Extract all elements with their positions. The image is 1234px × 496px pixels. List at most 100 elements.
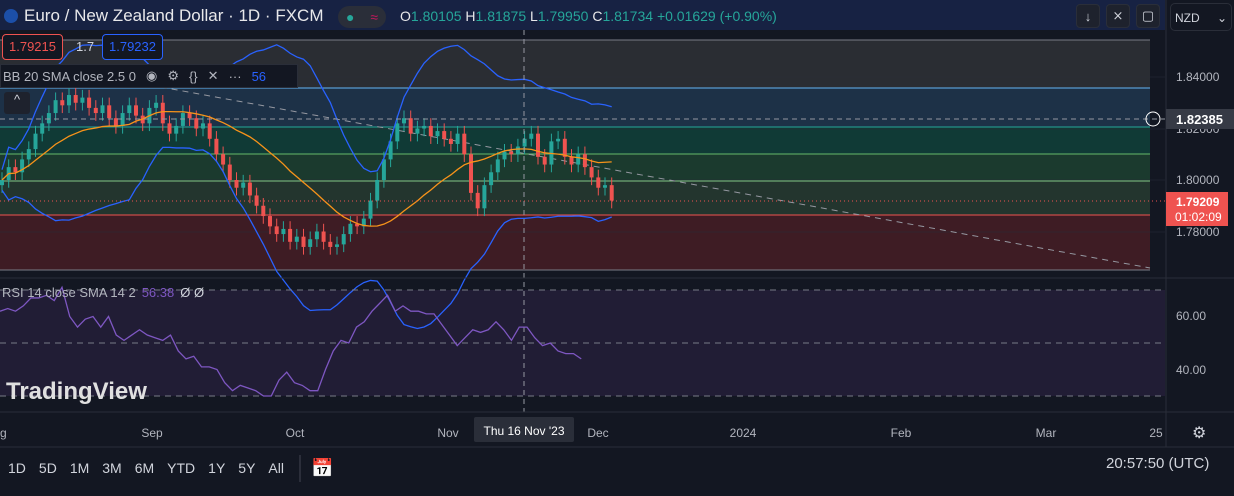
candle [214,138,219,155]
candle [576,154,581,165]
candle [589,167,594,178]
candle [234,180,239,188]
market-open-icon: ● [345,9,355,25]
candle [93,107,98,114]
fib-zone [0,154,1150,181]
time-tick: Oct [286,426,305,440]
buy-button[interactable]: 1.79232 [102,34,163,60]
candle [529,133,534,139]
range-ytd[interactable]: YTD [167,460,195,476]
candle [40,123,45,134]
candle [469,154,473,193]
fullscreen-button[interactable]: ▢ [1136,4,1160,28]
eye-icon[interactable]: ◉ [146,68,157,84]
candle [569,156,574,165]
candle [308,239,313,247]
currency-select[interactable]: NZD ⌄ [1170,3,1232,31]
countdown: 01:02:09 [1175,210,1222,224]
candle [241,182,246,188]
candle [428,125,433,137]
range-6m[interactable]: 6M [135,460,154,476]
rsi-legend[interactable]: RSI 14 close SMA 14 2 56.38 Ø Ø [2,285,204,300]
candle [489,172,494,186]
candle [435,131,440,137]
candle [46,113,51,124]
candle [301,236,306,247]
time-tick: 2024 [730,426,757,440]
close-icon[interactable]: ✕ [208,68,219,84]
scroll-down-button[interactable]: ↓ [1076,4,1100,28]
candle [187,113,192,119]
candle [562,138,567,157]
spread-value: 1.7 [76,39,95,54]
goto-date-icon[interactable]: 📅 [311,458,333,479]
range-3m[interactable]: 3M [102,460,121,476]
source-code-icon[interactable]: {} [189,69,198,84]
candle [603,185,607,188]
range-1y[interactable]: 1Y [208,460,225,476]
candle [502,151,507,160]
sell-button[interactable]: 1.79215 [2,34,63,60]
crosshair-date: Thu 16 Nov '23 [483,424,564,438]
time-tick: Nov [437,426,458,440]
candle [455,133,460,144]
candle [448,138,453,144]
collapse-legend-button[interactable]: ^ [4,92,30,114]
candle [495,159,500,173]
candle [201,123,205,129]
range-all[interactable]: All [268,460,284,476]
collapse-button[interactable]: ⨯ [1106,4,1130,28]
delay-icon: ≈ [370,9,379,25]
bb-indicator-legend[interactable]: BB 20 SMA close 2.5 0 ◉ ⚙ {} ✕ ··· 56 [0,64,298,88]
candle [482,185,487,209]
candle [100,105,105,114]
candle [596,177,601,188]
candle [53,100,58,114]
candle [154,102,159,108]
candle [348,223,353,235]
candle [368,200,373,219]
symbol-label: Euro / New Zealand Dollar · 1D · FXCM [24,6,324,25]
range-5d[interactable]: 5D [39,460,57,476]
candle [288,228,293,242]
candle [515,146,520,155]
candle [261,205,266,217]
rsi-label: RSI 14 close SMA 14 2 [2,285,136,300]
rsi-tick: 40.00 [1176,363,1206,377]
symbol-title[interactable]: Euro / New Zealand Dollar · 1D · FXCM [4,6,323,26]
range-1m[interactable]: 1M [70,460,89,476]
candle [415,128,420,134]
bb-label: BB 20 SMA close 2.5 0 [3,68,136,84]
candle [127,105,132,114]
range-5y[interactable]: 5Y [238,460,255,476]
candle [160,102,165,124]
candle [335,244,339,247]
range-1d[interactable]: 1D [8,460,26,476]
more-icon[interactable]: ··· [229,69,242,84]
time-tick: Feb [891,426,912,440]
candle [13,167,18,173]
gear-icon[interactable]: ⚙ [167,68,179,84]
time-tick: Dec [587,426,608,440]
fib-zone [0,127,1150,154]
candle [462,133,467,155]
last-price: 1.79209 [1176,195,1220,209]
candle [33,133,38,150]
time-tick: Mar [1036,426,1057,440]
candle [80,97,85,103]
market-status[interactable]: ● ≈ [338,6,386,28]
rsi-value: 56.38 [141,285,175,300]
candle [328,241,333,247]
price-tick: 1.80000 [1176,173,1220,187]
candle [582,154,587,168]
rsi-extra: Ø Ø [180,285,205,300]
candle [268,216,272,227]
fib-zone [0,181,1150,215]
bb-value: 56 [251,68,267,84]
candle [408,118,413,134]
candle [375,180,380,201]
candle [87,97,92,108]
candle [167,123,172,134]
settings-icon[interactable]: ⚙ [1192,423,1206,443]
flag-icon [4,9,18,23]
